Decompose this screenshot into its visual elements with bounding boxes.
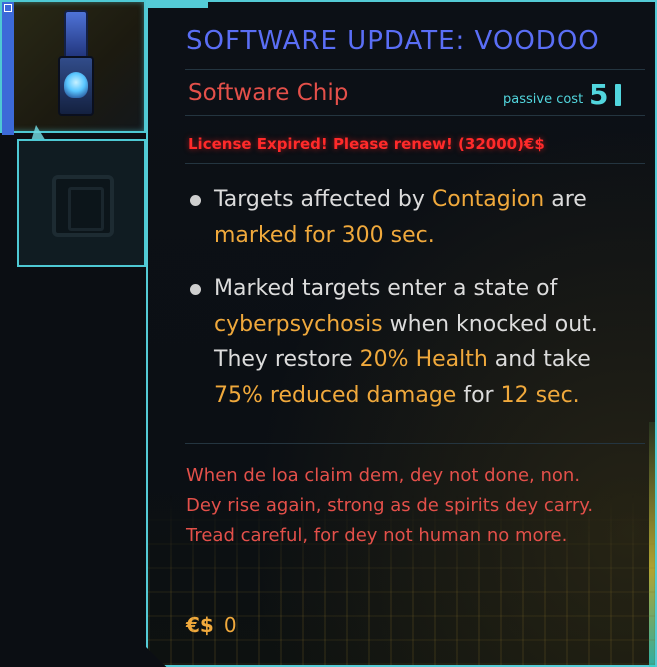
effect-text: Marked targets enter a state of xyxy=(214,276,558,301)
panel-accent xyxy=(148,2,208,8)
game-ui: SOFTWARE UPDATE: VOODOO Software Chip pa… xyxy=(0,0,657,667)
passive-cost-value: 5 xyxy=(589,78,609,111)
bullet-dot-icon xyxy=(190,284,201,295)
effect-item: Targets affected by Contagion are marked… xyxy=(186,182,606,253)
empty-slot-icon xyxy=(52,175,114,237)
bullet-dot-icon xyxy=(190,195,201,206)
effect-highlight: marked for 300 sec. xyxy=(214,222,435,248)
effect-highlight: 12 sec. xyxy=(500,382,580,408)
item-type: Software Chip xyxy=(188,80,349,106)
divider xyxy=(185,69,645,70)
license-notice: License Expired! Please renew! (32000)€$ xyxy=(188,135,545,153)
effect-item: Marked targets enter a state of cyberpsy… xyxy=(186,271,606,413)
divider xyxy=(185,163,645,164)
effect-highlight: 20% Health xyxy=(359,347,488,372)
currency-icon: €$ xyxy=(186,613,214,637)
divider xyxy=(185,443,645,444)
effect-text: are xyxy=(544,187,587,212)
edge-glow xyxy=(649,422,655,667)
effect-text: for xyxy=(456,382,501,408)
effect-highlight: Contagion xyxy=(431,187,545,212)
inventory-slot-voodoo[interactable] xyxy=(0,0,146,135)
lore-text: When de loa claim dem, dey not done, non… xyxy=(186,465,594,546)
effect-text: and take xyxy=(487,347,591,372)
price-amount: 0 xyxy=(223,613,237,637)
passive-cost-label: passive cost xyxy=(503,92,584,107)
price: €$ 0 xyxy=(186,613,237,637)
voodoo-chip-icon xyxy=(54,10,98,120)
divider xyxy=(185,115,645,116)
slot-marker-strip xyxy=(2,2,14,135)
inventory-slot-empty[interactable] xyxy=(17,139,146,267)
cost-bar-icon xyxy=(615,84,621,106)
effect-text: Targets affected by xyxy=(214,187,432,212)
effect-highlight: cyberpsychosis xyxy=(214,311,383,337)
item-tooltip: SOFTWARE UPDATE: VOODOO Software Chip pa… xyxy=(146,0,657,667)
slot-marker-icon xyxy=(4,4,12,12)
effect-highlight: 75% reduced damage xyxy=(214,382,457,408)
effects-list: Targets affected by Contagion are marked… xyxy=(186,182,606,431)
item-title: SOFTWARE UPDATE: VOODOO xyxy=(186,26,600,56)
